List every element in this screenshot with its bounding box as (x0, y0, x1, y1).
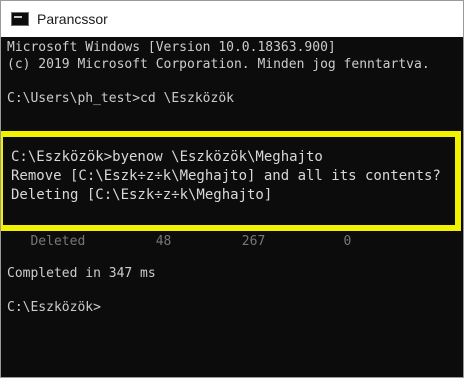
console-line-completed: Completed in 347 ms (7, 266, 156, 281)
highlighted-line-deleting: Deleting [C:\Eszk÷z÷k\Meghajto] (11, 187, 273, 203)
command-prompt-icon (11, 12, 29, 26)
highlight-box: C:\Eszközök>byenow \Eszközök\Meghajto Re… (1, 131, 461, 231)
highlighted-line-remove-prompt: Remove [C:\Eszk÷z÷k\Meghajto] and all it… (11, 168, 441, 184)
console-prompt[interactable]: C:\Eszközök> (7, 299, 101, 316)
title-bar[interactable]: Parancssor (1, 1, 463, 38)
window-title: Parancssor (37, 11, 108, 27)
console-line-deleted-stats: Deleted 48 267 0 (7, 234, 352, 249)
highlighted-line-byenow-command: C:\Eszközök>byenow \Eszközök\Meghajto (11, 149, 323, 165)
command-prompt-window: Parancssor Microsoft Windows [Version 10… (0, 0, 464, 378)
console-line-cd-command: C:\Users\ph_test>cd \Eszközök (7, 91, 234, 106)
console-output[interactable]: Microsoft Windows [Version 10.0.18363.90… (1, 37, 463, 377)
console-line-copyright: (c) 2019 Microsoft Corporation. Minden j… (7, 57, 430, 72)
console-line-version: Microsoft Windows [Version 10.0.18363.90… (7, 40, 336, 55)
